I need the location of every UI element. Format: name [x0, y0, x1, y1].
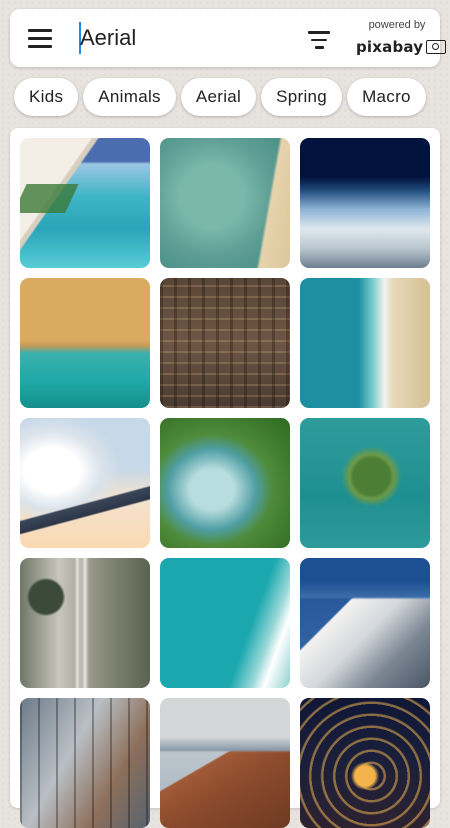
image-tile-mountains-from-space[interactable] — [300, 138, 430, 268]
image-tile-snowy-road[interactable] — [20, 558, 150, 688]
image-tile-mountain-peak[interactable] — [300, 558, 430, 688]
image-tile-night-highway[interactable] — [300, 698, 430, 828]
image-tile-green-lake[interactable] — [160, 418, 290, 548]
chip-animals[interactable]: Animals — [83, 78, 176, 116]
image-grid — [10, 128, 440, 828]
image-tile-boat-waves[interactable] — [160, 558, 290, 688]
image-tile-airplane-wing[interactable] — [20, 418, 150, 548]
image-tile-city-aerial[interactable] — [160, 278, 290, 408]
image-tile-city-street[interactable] — [20, 698, 150, 828]
image-tile-sandy-beach[interactable] — [20, 278, 150, 408]
pixabay-logo[interactable]: pixabay — [356, 37, 447, 57]
search-input[interactable] — [80, 23, 280, 53]
powered-by-label: powered by — [368, 19, 426, 31]
image-tile-turquoise-shore[interactable] — [160, 138, 290, 268]
chip-spring[interactable]: Spring — [261, 78, 343, 116]
pixabay-brand-text: pixabay — [356, 38, 424, 56]
image-tile-waves-shoreline[interactable] — [300, 278, 430, 408]
search-bar: powered by pixabay — [10, 9, 447, 67]
chip-macro[interactable]: Macro — [347, 78, 426, 116]
camera-icon — [426, 40, 447, 54]
filter-icon[interactable] — [307, 31, 331, 49]
image-tile-heart-island[interactable] — [300, 418, 430, 548]
chip-kids[interactable]: Kids — [14, 78, 79, 116]
image-tile-tropical-beach[interactable] — [20, 138, 150, 268]
chip-aerial[interactable]: Aerial — [180, 78, 257, 116]
image-tile-volcano[interactable] — [160, 698, 290, 828]
category-chips: Kids Animals Aerial Spring Macro — [14, 78, 426, 116]
menu-icon[interactable] — [28, 29, 52, 48]
